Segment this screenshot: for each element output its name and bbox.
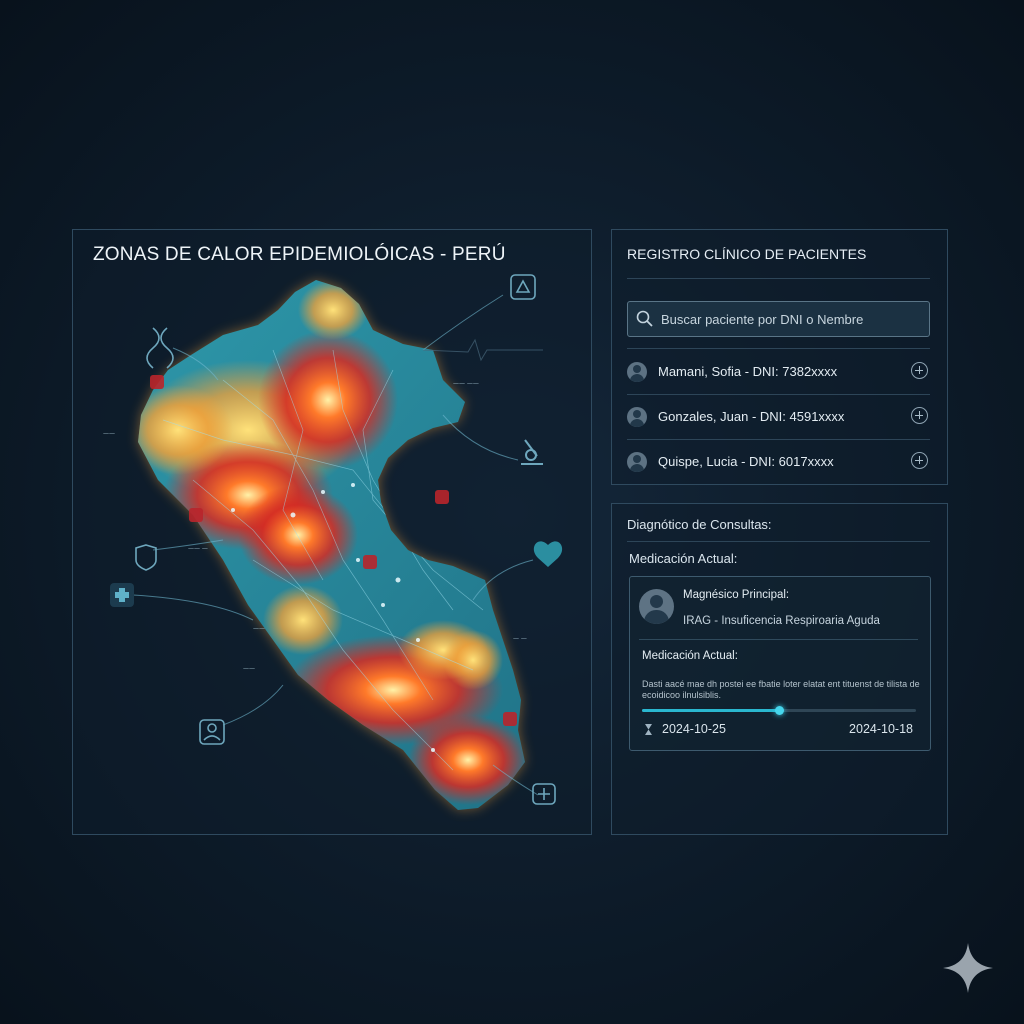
diagnosis-value: IRAG - Insuficencia Respiroaria Aguda [683, 615, 880, 627]
search-placeholder: Buscar paciente por DNI o Nembre [661, 312, 864, 327]
microscope-icon [521, 439, 543, 465]
heart-pulse-icon [533, 541, 563, 567]
avatar [627, 407, 647, 427]
svg-text:—— ——: —— —— [453, 380, 479, 387]
list-item[interactable]: Quispe, Lucia - DNI: 6017xxxx [627, 439, 930, 484]
heatmap-panel: —— —— —— —— — — — —— —— ZONAS DE CALOR EPIDE… [72, 229, 592, 835]
add-patient-button[interactable] [911, 407, 928, 424]
patient-registry-panel: REGISTRO CLÍNICO DE PACIENTES Buscar pac… [611, 229, 948, 485]
diagnosis-panel: Diagnótico de Consultas: Medicación Actu… [611, 503, 948, 835]
doctor-icon [199, 719, 225, 745]
add-patient-button[interactable] [911, 452, 928, 469]
svg-text:—— —: —— — [188, 545, 208, 552]
svg-text:——: —— [243, 665, 255, 672]
slider-fill [642, 709, 779, 712]
start-date: 2024-10-25 [662, 722, 726, 736]
patient-name: Mamani, Sofia - DNI: 7382xxxx [658, 364, 838, 379]
diagnosis-label: Magnésico Principal: [683, 589, 790, 601]
timeline-slider[interactable] [642, 706, 916, 715]
add-patient-button[interactable] [911, 362, 928, 379]
diagnosis-title: Diagnótico de Consultas: [627, 517, 772, 532]
sparkle-icon [943, 943, 993, 993]
search-icon [636, 310, 653, 327]
recycle-icon [510, 274, 536, 300]
divider [627, 278, 930, 279]
medical-cross-icon [110, 583, 134, 607]
svg-text:— —: — — [513, 635, 527, 642]
medication-label: Medicación Actual: [642, 650, 738, 662]
hourglass-icon [645, 724, 652, 735]
search-input[interactable]: Buscar paciente por DNI o Nembre [627, 301, 930, 337]
patient-name: Gonzales, Juan - DNI: 4591xxxx [658, 409, 845, 424]
svg-text:——: —— [253, 625, 265, 632]
list-item[interactable]: Gonzales, Juan - DNI: 4591xxxx [627, 394, 930, 439]
slider-handle[interactable] [775, 706, 784, 715]
page-title: ZONAS DE CALOR EPIDEMIOLÓICAS - PERÚ [93, 244, 506, 265]
peru-heatmap[interactable]: —— —— —— —— — — — —— —— [73, 230, 593, 836]
svg-text:——: —— [103, 430, 115, 437]
divider [627, 541, 930, 542]
list-item[interactable]: Mamani, Sofia - DNI: 7382xxxx [627, 349, 930, 394]
medication-heading: Medicación Actual: [629, 551, 738, 566]
registry-title: REGISTRO CLÍNICO DE PACIENTES [627, 246, 867, 262]
divider [639, 639, 918, 640]
dna-icon [146, 327, 174, 369]
patient-diagnosis-card: Magnésico Principal: IRAG - Insuficencia… [629, 576, 931, 751]
end-date: 2024-10-18 [849, 722, 913, 736]
avatar [639, 589, 674, 624]
patient-name: Quispe, Lucia - DNI: 6017xxxx [658, 454, 834, 469]
avatar [627, 452, 647, 472]
medication-description: Dasti aacé mae dh postei ee fbatie loter… [642, 679, 920, 700]
shield-icon [135, 544, 157, 571]
avatar [627, 362, 647, 382]
